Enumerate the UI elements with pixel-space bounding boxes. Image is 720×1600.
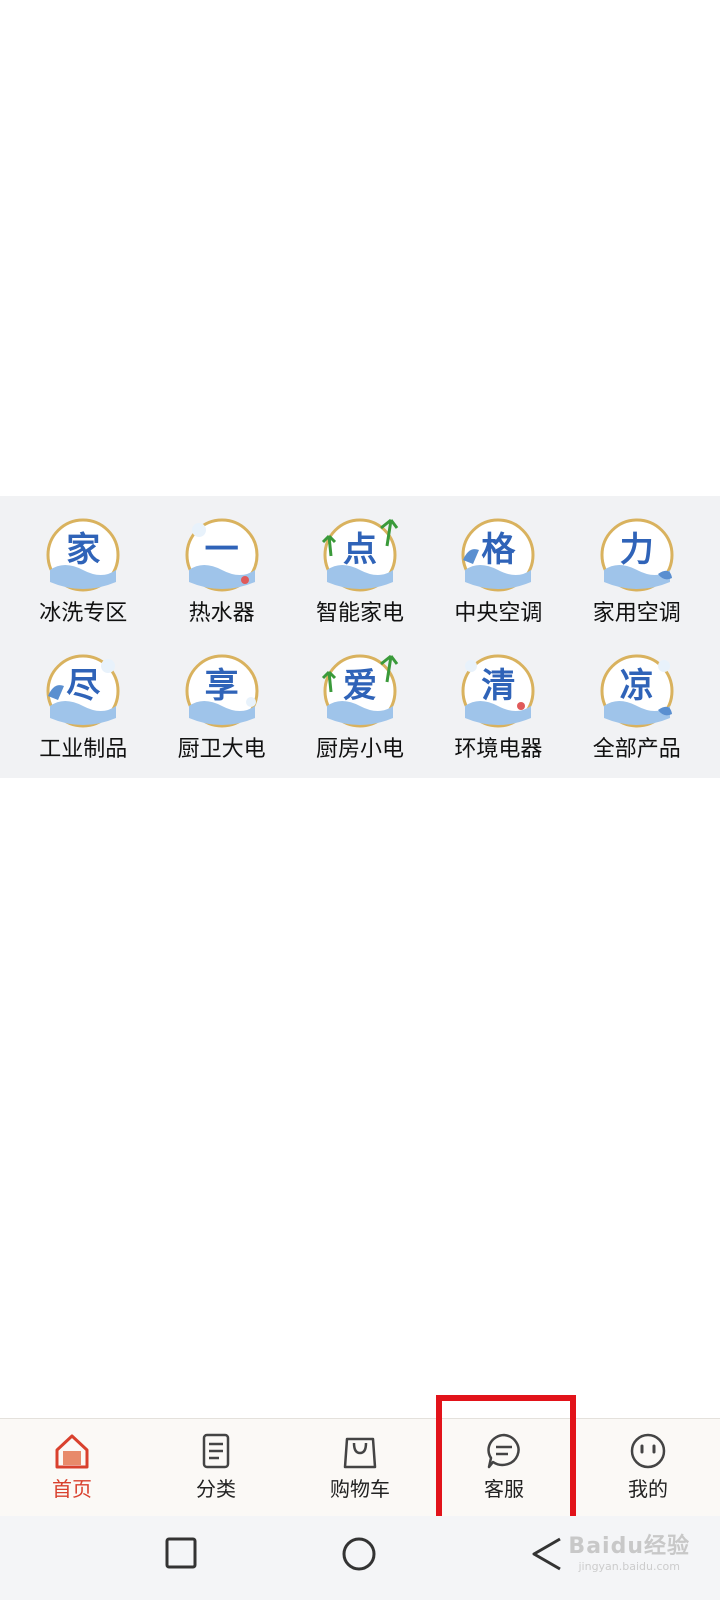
home-icon [55, 1434, 89, 1469]
category-label: 工业制品 [39, 737, 128, 762]
category-glyph: 凉 [619, 666, 654, 706]
tab-label: 分类 [196, 1477, 236, 1501]
category-badge-icon: 格 [459, 516, 537, 594]
category-glyph: 点 [342, 530, 377, 570]
category-label: 环境电器 [454, 737, 543, 762]
category-label: 中央空调 [454, 601, 543, 626]
category-glyph: 尽 [66, 666, 101, 706]
face-icon [630, 1433, 666, 1469]
category-badge-icon: 点 [321, 516, 399, 594]
category-badge-icon: 家 [44, 516, 122, 594]
category-item-quanbu[interactable]: 凉 全部产品 [568, 652, 706, 772]
tab-label: 我的 [628, 1477, 668, 1501]
category-glyph: 格 [481, 530, 516, 570]
watermark-url: jingyan.baidu.com [578, 1560, 680, 1573]
bottom-tab-bar: 首页 分类 购物车 客服 我的 [0, 1418, 720, 1517]
category-item-chufang[interactable]: 爱 厨房小电 [291, 652, 429, 772]
category-label: 全部产品 [592, 737, 681, 762]
category-glyph: 一 [204, 530, 239, 570]
category-badge-icon: 力 [598, 516, 676, 594]
home-circle-icon[interactable] [341, 1536, 377, 1572]
category-badge-icon: 享 [183, 652, 261, 730]
shopping-bag-icon [343, 1437, 377, 1469]
category-badge-icon: 凉 [598, 652, 676, 730]
category-item-chuwei[interactable]: 享 厨卫大电 [152, 652, 290, 772]
category-glyph: 享 [204, 666, 239, 706]
tab-category[interactable]: 分类 [144, 1419, 288, 1517]
list-icon [202, 1433, 230, 1469]
tab-home[interactable]: 首页 [0, 1419, 144, 1517]
category-label: 家用空调 [592, 601, 681, 626]
category-grid: 家 冰洗专区 一 热水器 点 智能家电 格 中央空调 力 家用空调 尽 工业制品… [14, 516, 706, 772]
category-glyph: 清 [481, 666, 516, 706]
category-item-zhineng[interactable]: 点 智能家电 [291, 516, 429, 636]
category-label: 智能家电 [315, 601, 404, 626]
category-label: 热水器 [188, 601, 255, 626]
category-label: 厨卫大电 [177, 737, 266, 762]
category-glyph: 爱 [342, 666, 377, 706]
category-glyph: 力 [619, 530, 654, 570]
category-label: 冰洗专区 [39, 601, 128, 626]
category-item-bingxi[interactable]: 家 冰洗专区 [14, 516, 152, 636]
category-badge-icon: 爱 [321, 652, 399, 730]
category-item-zhongyang[interactable]: 格 中央空调 [429, 516, 567, 636]
tab-label: 购物车 [330, 1477, 390, 1501]
tab-label: 首页 [52, 1477, 92, 1501]
category-badge-icon: 清 [459, 652, 537, 730]
category-panel: 家 冰洗专区 一 热水器 点 智能家电 格 中央空调 力 家用空调 尽 工业制品… [0, 496, 720, 778]
tab-cart[interactable]: 购物车 [288, 1419, 432, 1517]
category-label: 厨房小电 [315, 737, 404, 762]
recent-apps-icon[interactable] [164, 1536, 198, 1570]
tab-mine[interactable]: 我的 [576, 1419, 720, 1517]
category-item-reshuiqi[interactable]: 一 热水器 [152, 516, 290, 636]
category-glyph: 家 [66, 530, 101, 570]
category-item-gongye[interactable]: 尽 工业制品 [14, 652, 152, 772]
category-item-huanjing[interactable]: 清 环境电器 [429, 652, 567, 772]
back-triangle-icon[interactable] [530, 1536, 564, 1572]
category-badge-icon: 尽 [44, 652, 122, 730]
category-badge-icon: 一 [183, 516, 261, 594]
highlight-box [436, 1395, 576, 1529]
category-item-jiayong[interactable]: 力 家用空调 [568, 516, 706, 636]
watermark-logo: Baidu经验 [568, 1534, 690, 1559]
